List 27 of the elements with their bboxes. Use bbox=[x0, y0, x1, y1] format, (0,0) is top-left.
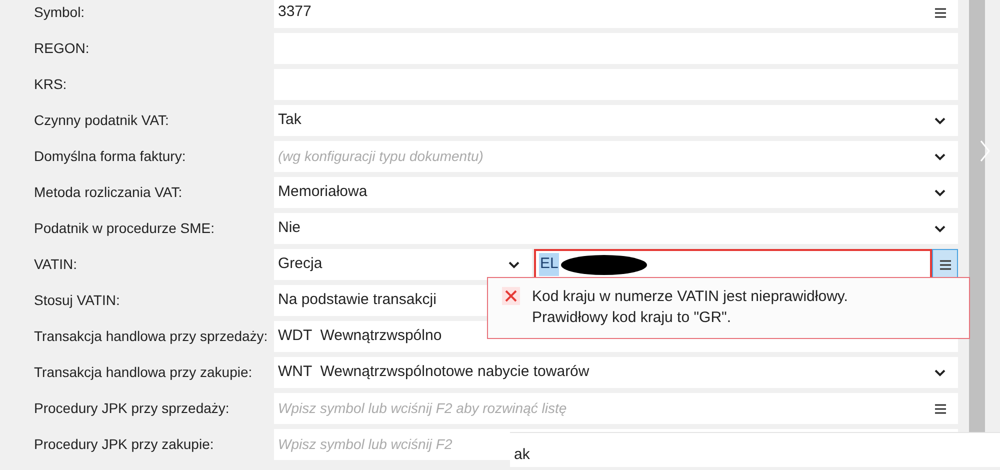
field-label: Symbol: bbox=[33, 3, 86, 22]
field-label: Domyślna forma faktury: bbox=[33, 147, 187, 166]
field-value: Nie bbox=[278, 218, 301, 238]
field-label: Stosuj VATIN: bbox=[33, 291, 121, 310]
field-label: Czynny podatnik VAT: bbox=[33, 111, 170, 130]
field-label: Transakcja handlowa przy sprzedaży: bbox=[33, 327, 269, 346]
field-label: Podatnik w procedurze SME: bbox=[33, 219, 216, 238]
field-label: Transakcja handlowa przy zakupie: bbox=[33, 363, 254, 382]
field-label: KRS: bbox=[33, 75, 68, 94]
field-value: 3377 bbox=[278, 2, 312, 22]
panel-text: ak bbox=[514, 446, 530, 463]
field-value: Na podstawie transakcji bbox=[278, 290, 436, 310]
field-label: Procedury JPK przy zakupie: bbox=[33, 435, 215, 454]
field-value: Memoriałowa bbox=[278, 182, 368, 202]
field-placeholder: Wpisz symbol lub wciśnij F2 aby rozwinąć listę bbox=[278, 399, 567, 418]
field-value: WDT Wewnątrzwspólno bbox=[278, 326, 442, 346]
field-label: Metoda rozliczania VAT: bbox=[33, 183, 184, 202]
field-label: VATIN: bbox=[33, 255, 78, 274]
field-value: WNT Wewnątrzwspólnotowe nabycie towarów bbox=[278, 362, 590, 382]
error-message: Kod kraju w numerze VATIN jest nieprawidłowy. bbox=[532, 287, 848, 307]
field-placeholder: Wpisz symbol lub wciśnij F2 bbox=[278, 435, 452, 454]
field-placeholder: (wg konfiguracji typu dokumentu) bbox=[278, 147, 484, 166]
field-value: EL bbox=[539, 253, 560, 276]
field-value: Tak bbox=[278, 110, 302, 130]
field-value: Grecja bbox=[278, 254, 324, 274]
field-label: REGON: bbox=[33, 39, 90, 58]
field-label: Procedury JPK przy sprzedaży: bbox=[33, 399, 230, 418]
